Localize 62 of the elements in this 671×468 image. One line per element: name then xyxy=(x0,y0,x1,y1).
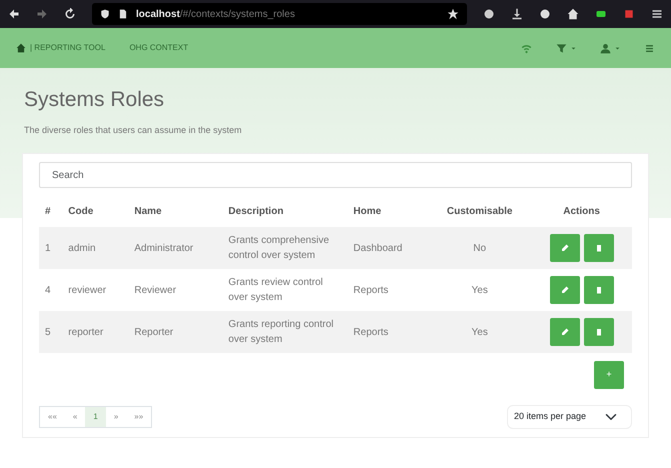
brand-link[interactable]: | REPORTING TOOL xyxy=(16,42,106,54)
table-cell: reviewer xyxy=(62,269,128,311)
edit-button[interactable] xyxy=(550,234,580,262)
table-cell: admin xyxy=(62,227,128,269)
nav-link[interactable]: OHG CONTEXT xyxy=(129,42,188,54)
menu-icon[interactable] xyxy=(651,8,663,20)
column-header: Customisable xyxy=(428,196,532,227)
delete-button[interactable] xyxy=(584,318,614,346)
table-cell: Administrator xyxy=(128,227,222,269)
pencil-icon xyxy=(560,286,569,294)
download-icon[interactable] xyxy=(511,8,523,20)
reload-icon[interactable] xyxy=(64,8,76,20)
table-cell: Reviewer xyxy=(128,269,222,311)
table-cell: Grants reporting control over system xyxy=(222,311,348,353)
column-header: Home xyxy=(347,196,428,227)
table-cell: 5 xyxy=(39,311,62,353)
home-icon xyxy=(16,43,26,53)
trash-icon xyxy=(594,244,603,252)
table-cell: Reports xyxy=(347,311,428,353)
back-icon[interactable] xyxy=(8,8,20,20)
forward-icon[interactable] xyxy=(36,8,48,20)
star-icon[interactable] xyxy=(447,8,459,20)
pencil-icon xyxy=(560,244,569,252)
table-cell: Yes xyxy=(428,311,532,353)
home-icon[interactable] xyxy=(567,8,579,20)
wifi-icon[interactable] xyxy=(521,42,532,54)
table-cell: Dashboard xyxy=(347,227,428,269)
url-text: localhost/#/contexts/systems_roles xyxy=(136,8,295,22)
address-bar[interactable]: localhost/#/contexts/systems_roles xyxy=(92,3,467,25)
edit-button[interactable] xyxy=(550,276,580,304)
table-cell: Yes xyxy=(428,269,532,311)
column-header: Actions xyxy=(531,196,632,227)
trash-icon xyxy=(594,328,603,336)
table-cell: Grants comprehensive control over system xyxy=(222,227,348,269)
table-cell: reporter xyxy=(62,311,128,353)
pencil-icon xyxy=(560,328,569,336)
column-header: Code xyxy=(62,196,128,227)
page-button[interactable]: 1 xyxy=(85,407,106,427)
filter-icon[interactable] xyxy=(556,42,567,54)
shield-icon xyxy=(100,9,110,19)
add-button[interactable]: + xyxy=(594,361,624,389)
caret-icon[interactable] xyxy=(571,46,576,50)
table-cell: No xyxy=(428,227,532,269)
column-header: Name xyxy=(128,196,222,227)
table-cell: Grants review control over system xyxy=(222,269,348,311)
search-field[interactable]: Search xyxy=(39,162,632,188)
page-title: Systems Roles xyxy=(24,87,166,113)
trash-icon xyxy=(594,286,603,294)
column-header: # xyxy=(39,196,62,227)
user-icon[interactable] xyxy=(600,42,611,54)
caret-icon[interactable] xyxy=(615,46,620,50)
page-icon xyxy=(118,9,128,19)
table-cell: 4 xyxy=(39,269,62,311)
page-size-select[interactable]: 20 items per page xyxy=(507,405,632,429)
delete-button[interactable] xyxy=(584,276,614,304)
table-cell: 1 xyxy=(39,227,62,269)
table-cell: Reporter xyxy=(128,311,222,353)
edit-button[interactable] xyxy=(550,318,580,346)
table-cell: Reports xyxy=(347,269,428,311)
delete-button[interactable] xyxy=(584,234,614,262)
column-header: Description xyxy=(222,196,348,227)
page-subtitle: The diverse roles that users can assume in the system xyxy=(24,124,243,137)
